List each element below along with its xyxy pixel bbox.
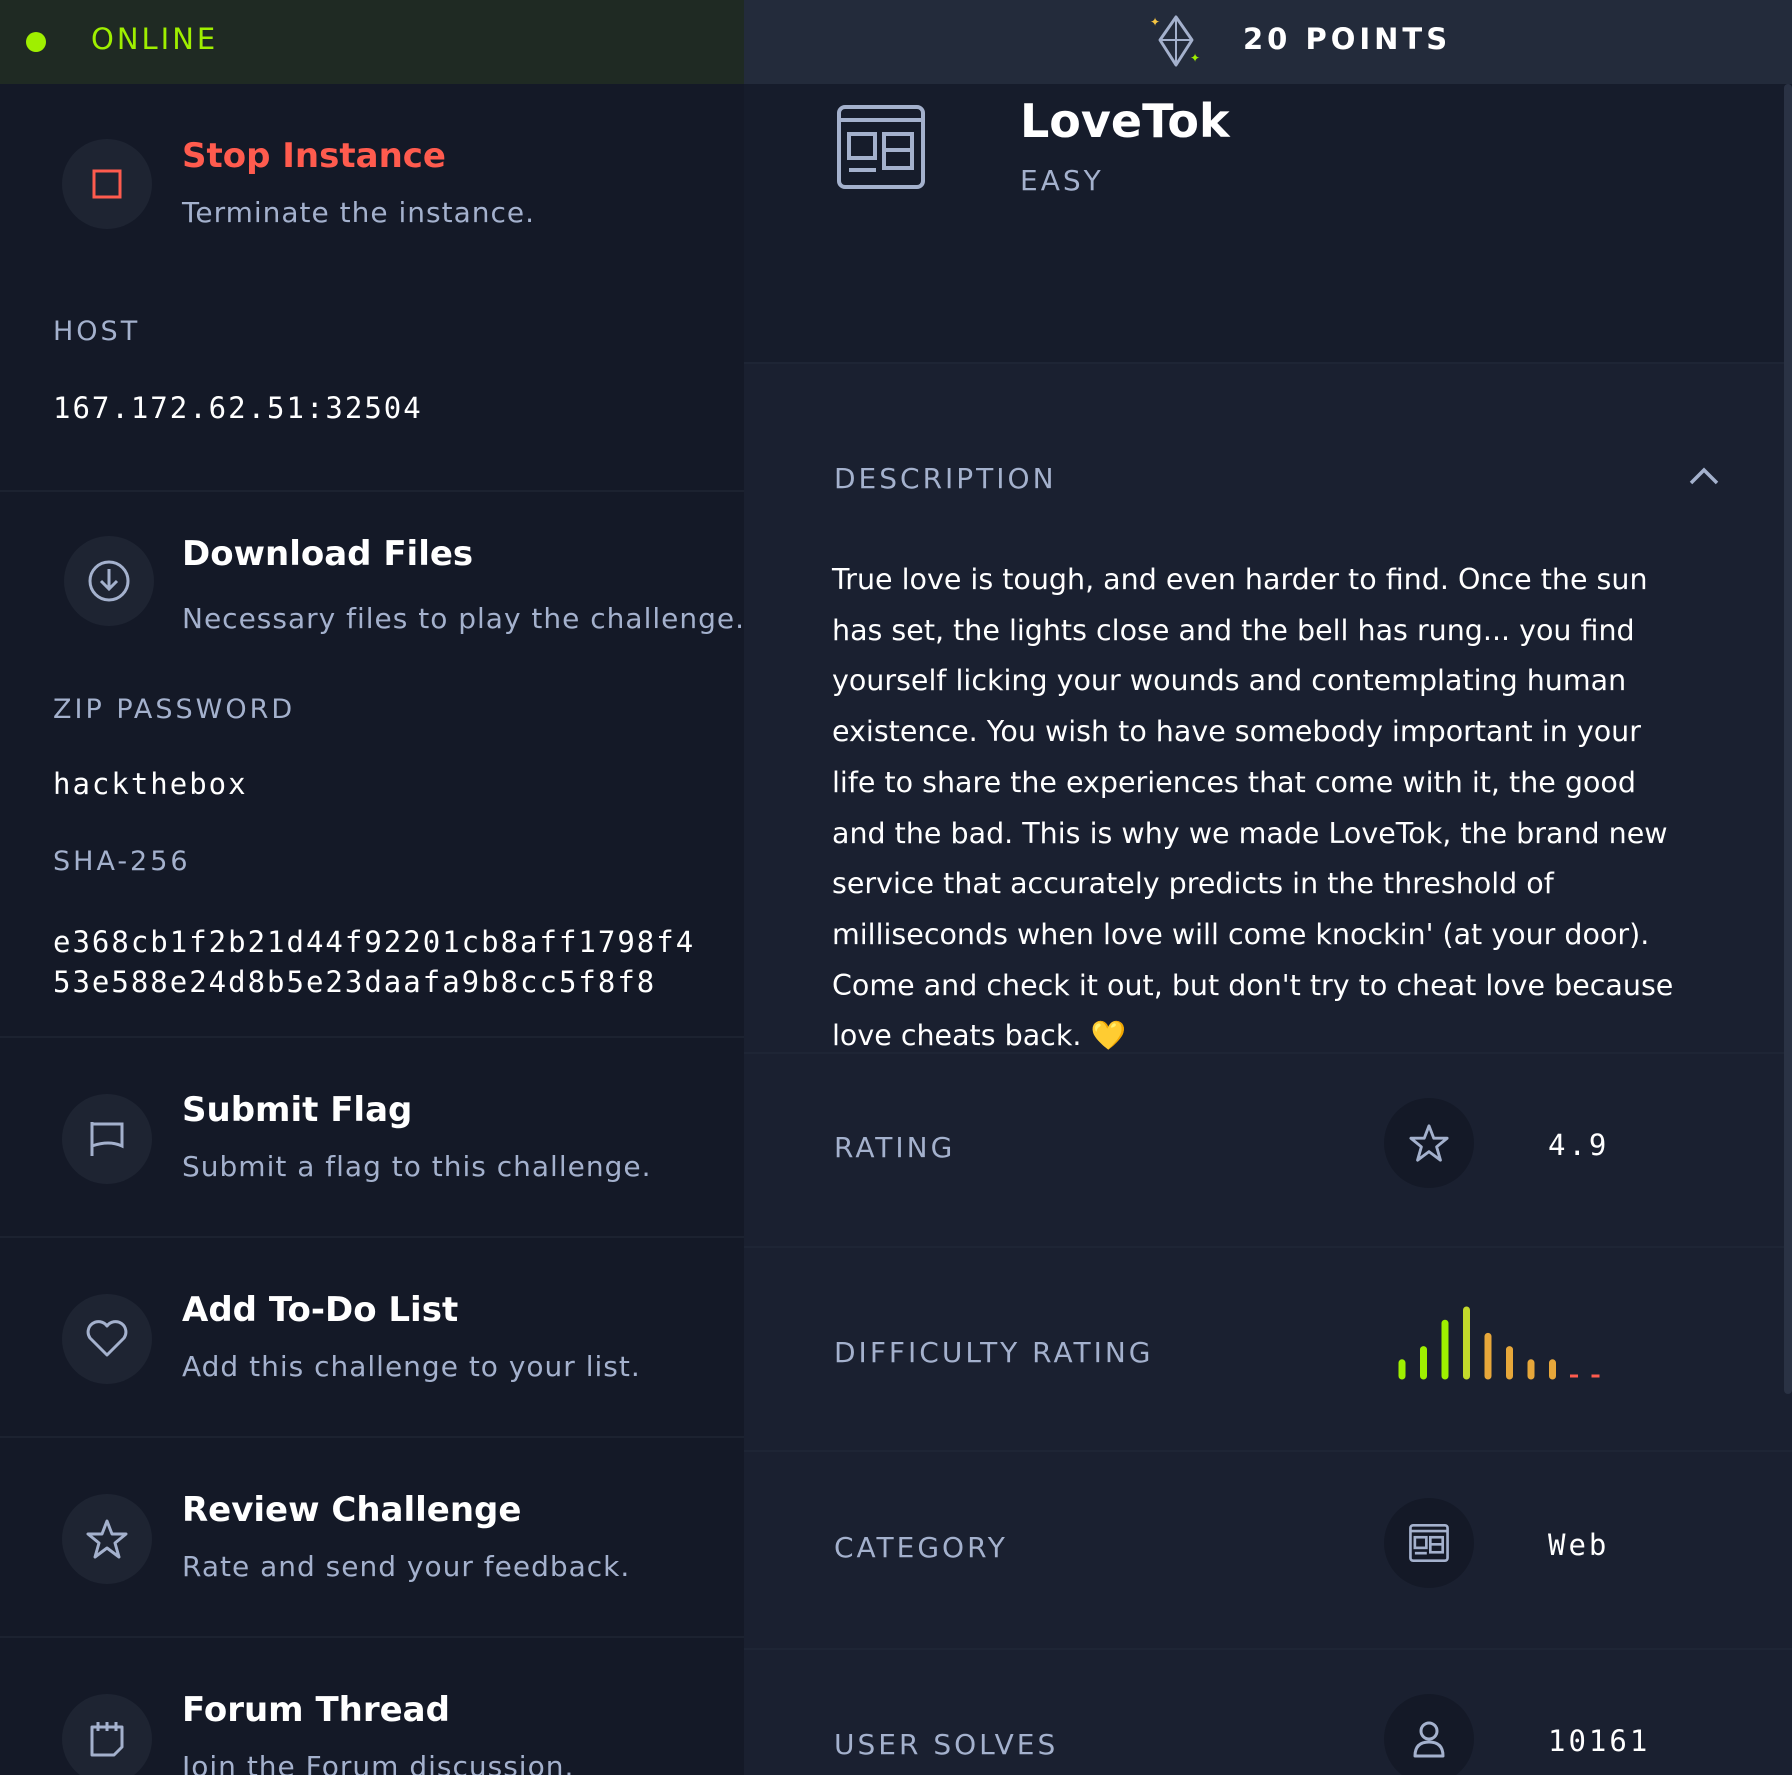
difficulty-rating-label: DIFFICULTY RATING xyxy=(834,1336,1154,1369)
actions-panel: ONLINE Stop Instance Terminate the insta… xyxy=(0,0,744,1775)
host-value: 167.172.62.51:32504 xyxy=(53,391,423,425)
forum-thread-button[interactable]: Forum Thread Join the Forum discussion. xyxy=(0,1638,744,1775)
divider xyxy=(744,1052,1792,1054)
zip-password-label: ZIP PASSWORD xyxy=(53,694,296,725)
zip-password-value[interactable]: hackthebox xyxy=(53,764,248,804)
host-label: HOST xyxy=(53,316,141,347)
divider xyxy=(744,1246,1792,1248)
svg-text:✦: ✦ xyxy=(1190,51,1200,65)
flag-icon xyxy=(62,1094,152,1184)
challenge-details-panel: ✦ ✦ 20 POINTS LoveTok EASY DESCRIPTION T… xyxy=(744,0,1792,1775)
sha256-label: SHA-256 xyxy=(53,846,191,877)
points-bar: ✦ ✦ 20 POINTS xyxy=(744,0,1792,84)
submit-flag-button[interactable]: Submit Flag Submit a flag to this challe… xyxy=(0,1038,744,1236)
status-text: ONLINE xyxy=(91,22,219,56)
divider xyxy=(744,1450,1792,1452)
description-text: True love is tough, and even harder to f… xyxy=(832,555,1692,1062)
description-body: True love is tough, and even harder to f… xyxy=(832,563,1674,1053)
web-category-icon xyxy=(1384,1498,1474,1588)
forum-thread-title: Forum Thread xyxy=(182,1690,450,1730)
difficulty-rating-chart xyxy=(1398,1306,1600,1380)
stop-instance-button[interactable]: Stop Instance Terminate the instance. HO… xyxy=(0,84,744,490)
download-files-subtitle: Necessary files to play the challenge. xyxy=(182,602,746,635)
forum-thread-subtitle: Join the Forum discussion. xyxy=(182,1750,575,1775)
scrollbar[interactable] xyxy=(1784,84,1792,1394)
rating-value: 4.9 xyxy=(1548,1128,1610,1162)
download-icon xyxy=(64,536,154,626)
divider xyxy=(744,362,1792,364)
submit-flag-title: Submit Flag xyxy=(182,1090,413,1130)
review-challenge-button[interactable]: Review Challenge Rate and send your feed… xyxy=(0,1438,744,1636)
divider xyxy=(744,1648,1792,1650)
yellow-heart-emoji: 💛 xyxy=(1090,1019,1126,1053)
sha256-line-1[interactable]: e368cb1f2b21d44f92201cb8aff1798f4 xyxy=(53,922,695,962)
review-challenge-title: Review Challenge xyxy=(182,1490,522,1530)
challenge-name: LoveTok xyxy=(1020,94,1230,148)
user-solves-value: 10161 xyxy=(1548,1724,1651,1758)
web-category-icon xyxy=(836,104,926,194)
add-todo-subtitle: Add this challenge to your list. xyxy=(182,1350,641,1383)
star-icon xyxy=(62,1494,152,1584)
stop-icon xyxy=(62,139,152,229)
points-text: 20 POINTS xyxy=(1243,22,1452,56)
rating-label: RATING xyxy=(834,1131,956,1164)
category-value: Web xyxy=(1548,1528,1610,1562)
user-solves-label: USER SOLVES xyxy=(834,1728,1059,1761)
add-todo-button[interactable]: Add To-Do List Add this challenge to you… xyxy=(0,1238,744,1436)
user-icon xyxy=(1384,1694,1474,1775)
add-todo-title: Add To-Do List xyxy=(182,1290,459,1330)
download-files-button[interactable]: Download Files Necessary files to play t… xyxy=(0,492,744,1036)
stop-instance-title: Stop Instance xyxy=(182,136,446,176)
heart-icon xyxy=(62,1294,152,1384)
description-label: DESCRIPTION xyxy=(834,462,1057,495)
svg-text:✦: ✦ xyxy=(1150,15,1160,29)
online-status-dot xyxy=(26,32,46,52)
submit-flag-subtitle: Submit a flag to this challenge. xyxy=(182,1150,652,1183)
star-icon xyxy=(1384,1098,1474,1188)
chevron-up-icon[interactable] xyxy=(1688,466,1720,490)
challenge-difficulty: EASY xyxy=(1020,164,1104,197)
category-label: CATEGORY xyxy=(834,1531,1008,1564)
sha256-line-2[interactable]: 53e588e24d8b5e23daafa9b8cc5f8f8 xyxy=(53,962,656,1002)
status-bar: ONLINE xyxy=(0,0,744,84)
review-challenge-subtitle: Rate and send your feedback. xyxy=(182,1550,631,1583)
download-files-title: Download Files xyxy=(182,534,474,574)
forum-icon xyxy=(62,1694,152,1775)
stop-instance-subtitle: Terminate the instance. xyxy=(182,196,536,229)
diamond-icon: ✦ ✦ xyxy=(1146,12,1206,76)
